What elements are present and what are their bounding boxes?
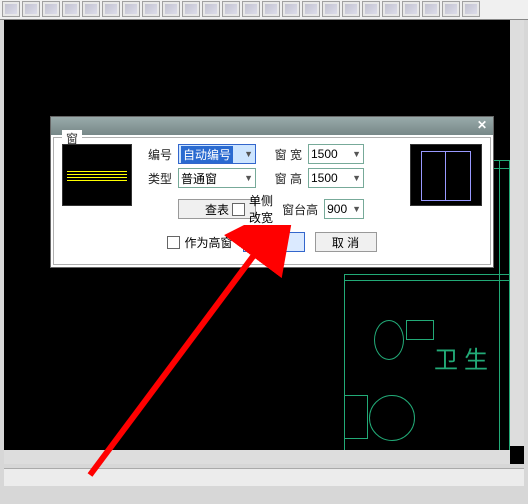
single-side-checkbox[interactable] <box>232 203 245 216</box>
single-side-label: 单侧改宽 <box>249 192 276 226</box>
toolbar-button[interactable] <box>62 1 80 17</box>
window-plan-preview <box>62 144 132 206</box>
toolbar-button[interactable] <box>362 1 380 17</box>
toolbar-button[interactable] <box>102 1 120 17</box>
sill-select[interactable]: 900 ▼ <box>324 199 364 219</box>
toolbar-button[interactable] <box>242 1 260 17</box>
toolbar-button[interactable] <box>2 1 20 17</box>
toolbar-button[interactable] <box>82 1 100 17</box>
toolbar-button[interactable] <box>202 1 220 17</box>
chevron-down-icon: ▼ <box>352 173 361 183</box>
toolbar-button[interactable] <box>442 1 460 17</box>
vertical-scrollbar[interactable] <box>510 20 524 446</box>
status-bar <box>4 468 524 486</box>
toolbar-button[interactable] <box>382 1 400 17</box>
toolbar-button[interactable] <box>22 1 40 17</box>
height-label: 窗 高 <box>262 170 302 187</box>
toolbar-button[interactable] <box>462 1 480 17</box>
height-select[interactable]: 1500 ▼ <box>308 168 364 188</box>
high-window-checkbox[interactable] <box>167 236 180 249</box>
toolbar-button[interactable] <box>282 1 300 17</box>
number-label: 编号 <box>140 146 172 163</box>
toolbar-button[interactable] <box>402 1 420 17</box>
chevron-down-icon: ▼ <box>352 149 361 159</box>
chevron-down-icon: ▼ <box>244 149 253 159</box>
toolbar-button[interactable] <box>142 1 160 17</box>
chevron-down-icon: ▼ <box>352 204 361 214</box>
toolbar-button[interactable] <box>162 1 180 17</box>
number-select[interactable]: 自动编号 ▼ <box>178 144 256 164</box>
ok-button[interactable]: 确 定 <box>243 232 305 252</box>
toolbar-button[interactable] <box>422 1 440 17</box>
toolbar-button[interactable] <box>222 1 240 17</box>
close-icon[interactable]: ✕ <box>475 119 489 133</box>
toolbar-button[interactable] <box>42 1 60 17</box>
toolbar-button[interactable] <box>342 1 360 17</box>
type-label: 类型 <box>140 170 172 187</box>
toolbar-button[interactable] <box>122 1 140 17</box>
high-window-label: 作为高窗 <box>184 234 232 251</box>
window-elevation-preview <box>410 144 482 206</box>
toolbar-button[interactable] <box>262 1 280 17</box>
type-select[interactable]: 普通窗 ▼ <box>178 168 256 188</box>
sill-label: 窗台高 <box>282 201 318 218</box>
dialog-titlebar[interactable]: ✕ <box>51 117 493 135</box>
toolbar-button[interactable] <box>322 1 340 17</box>
chevron-down-icon: ▼ <box>244 173 253 183</box>
cad-room-label: 卫生 <box>434 340 494 375</box>
window-dialog: ✕ 窗 编号 自动编号 ▼ 窗 宽 <box>50 116 494 268</box>
horizontal-scrollbar[interactable] <box>4 450 510 464</box>
width-select[interactable]: 1500 ▼ <box>308 144 364 164</box>
toolbar-button[interactable] <box>302 1 320 17</box>
top-toolbar <box>0 0 528 20</box>
cancel-button[interactable]: 取 消 <box>315 232 377 252</box>
toolbar-button[interactable] <box>182 1 200 17</box>
width-label: 窗 宽 <box>262 146 302 163</box>
